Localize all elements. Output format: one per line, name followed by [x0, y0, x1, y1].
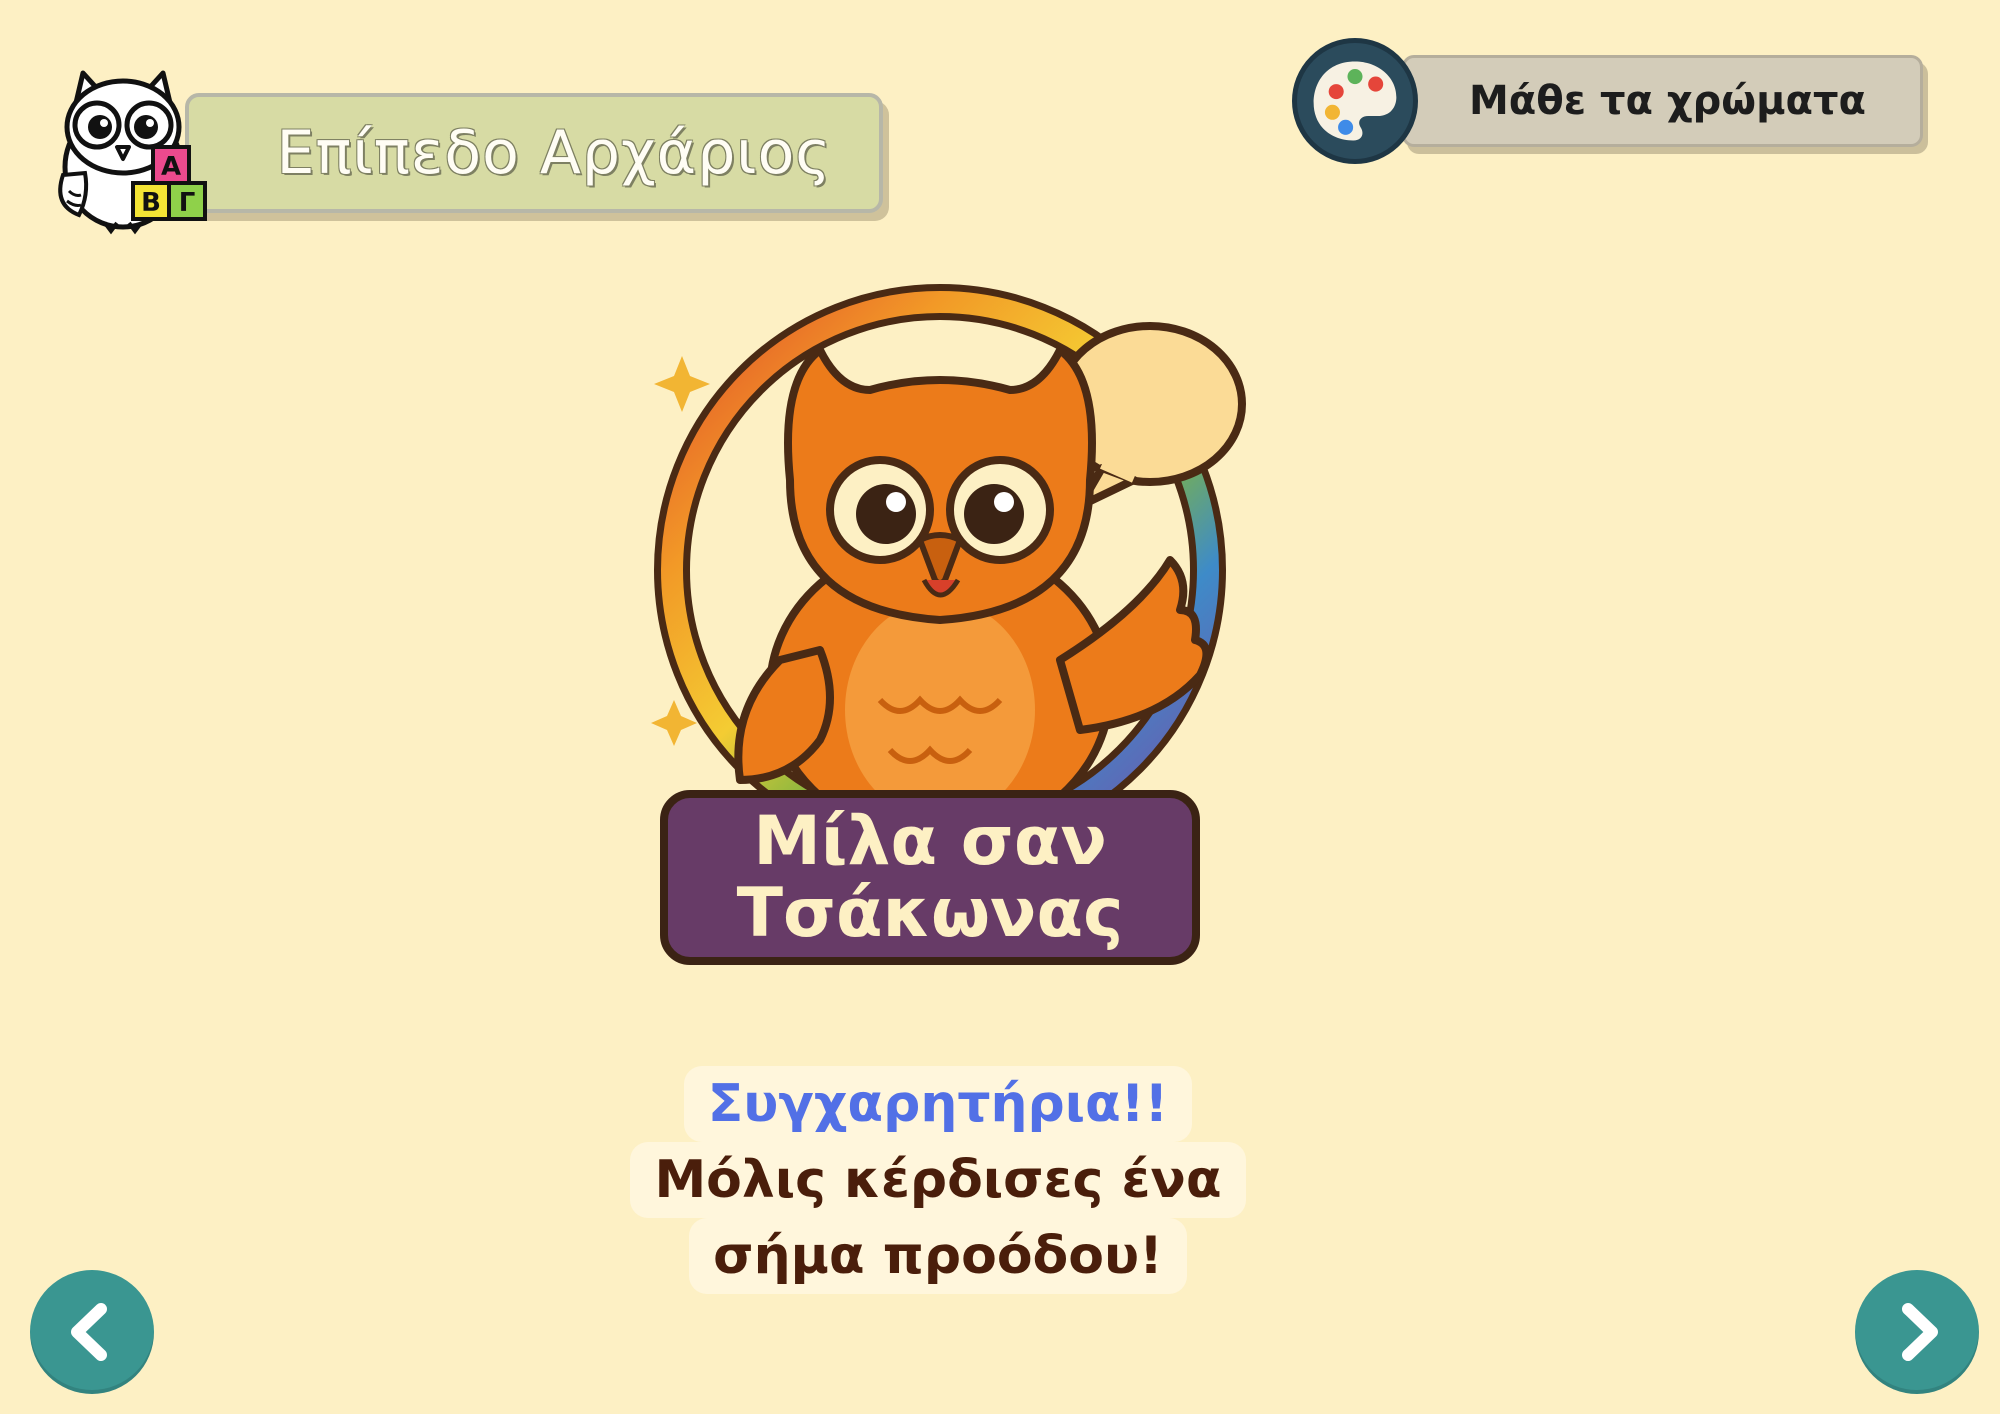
owl-mascot-icon: Α Β Γ: [58, 70, 207, 235]
svg-text:Β: Β: [141, 188, 161, 218]
learn-colors-label: Μάθε τα χρώματα: [1468, 78, 1866, 124]
congrats-line: σήμα προόδου!: [689, 1218, 1187, 1294]
owl-badge-illustration: [651, 284, 1246, 840]
palette-icon: [1313, 61, 1397, 141]
congrats-message: Συγχαρητήρια!! Μόλις κέρδισες ένα σήμα π…: [0, 1066, 1876, 1294]
badge-title-line1: Μίλα σαν: [753, 801, 1107, 881]
chevron-left-icon: [71, 1303, 107, 1361]
badge-title-line2: Τσάκωνας: [736, 873, 1124, 953]
sparkle-icon: [654, 356, 710, 412]
next-button[interactable]: [1855, 1270, 1979, 1394]
badge-title-plate: Μίλα σαν Τσάκωνας: [660, 790, 1200, 965]
level-plate: Επίπεδο Αρχάριος: [185, 93, 883, 213]
svg-text:Γ: Γ: [179, 188, 196, 218]
congrats-line: Μόλις κέρδισες ένα: [630, 1142, 1246, 1218]
chevron-right-icon: [1902, 1303, 1938, 1361]
svg-text:Α: Α: [161, 152, 181, 182]
level-label: Επίπεδο Αρχάριος: [276, 118, 832, 188]
level-header: Επίπεδο Αρχάριος Α Β Γ: [45, 55, 895, 235]
learn-colors-button[interactable]: Μάθε τα χρώματα: [1292, 38, 1932, 168]
learn-colors-plate[interactable]: Μάθε τα χρώματα: [1402, 55, 1923, 147]
previous-button[interactable]: [30, 1270, 154, 1394]
palette-badge[interactable]: [1292, 38, 1418, 164]
congrats-heading: Συγχαρητήρια!!: [683, 1066, 1193, 1142]
progress-badge: Μίλα σαν Τσάκωνας: [640, 280, 1280, 1000]
